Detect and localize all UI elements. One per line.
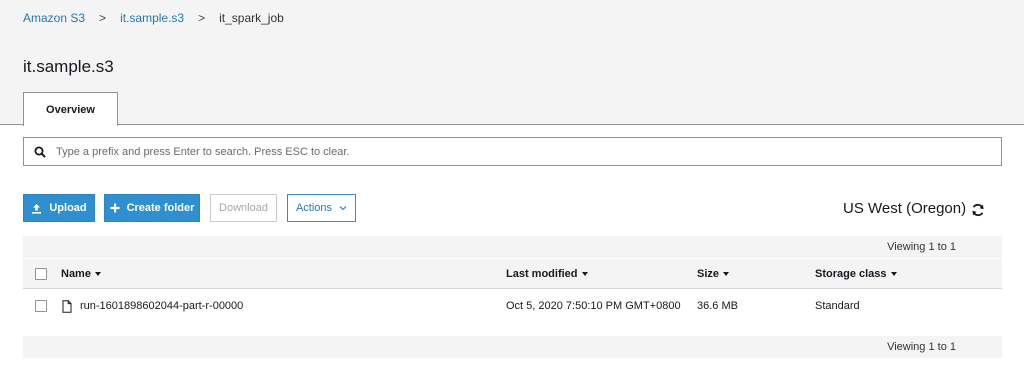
- file-icon: [62, 299, 72, 313]
- size-cell: 36.6 MB: [697, 300, 738, 312]
- pagination-top: Viewing 1 to 1: [23, 236, 1002, 258]
- page-title: it.sample.s3: [23, 57, 114, 76]
- upload-button[interactable]: Upload: [23, 194, 95, 222]
- file-name-cell[interactable]: run-1601898602044-part-r-00000: [62, 290, 243, 322]
- tab-overview-label: Overview: [46, 103, 95, 116]
- column-header-storage-class[interactable]: Storage class: [815, 259, 897, 288]
- breadcrumb: Amazon S3 > it.sample.s3 > it_spark_job: [23, 11, 284, 25]
- search-bar[interactable]: [23, 137, 1002, 166]
- breadcrumb-current: it_spark_job: [219, 11, 284, 25]
- pagination-bottom-label: Viewing 1 to 1: [887, 341, 956, 353]
- last-modified-cell: Oct 5, 2020 7:50:10 PM GMT+0800: [506, 300, 681, 312]
- download-label: Download: [219, 202, 268, 214]
- sort-down-icon: [890, 271, 897, 276]
- tab-overview[interactable]: Overview: [23, 92, 118, 126]
- row-checkbox[interactable]: [35, 300, 47, 312]
- breadcrumb-amazon-s3[interactable]: Amazon S3: [23, 11, 85, 25]
- pagination-top-label: Viewing 1 to 1: [887, 241, 956, 253]
- pagination-bottom: Viewing 1 to 1: [23, 336, 1002, 358]
- breadcrumb-separator: >: [99, 11, 107, 25]
- table-header: Name Last modified Size Storage class: [23, 259, 1002, 289]
- download-button[interactable]: Download: [210, 194, 277, 222]
- refresh-icon[interactable]: [970, 202, 986, 218]
- column-header-size[interactable]: Size: [697, 259, 730, 288]
- file-name[interactable]: run-1601898602044-part-r-00000: [80, 300, 243, 312]
- upload-icon: [31, 203, 42, 214]
- upload-label: Upload: [49, 202, 87, 214]
- column-header-last-modified[interactable]: Last modified: [506, 259, 588, 288]
- chevron-down-icon: [339, 205, 347, 211]
- table-row[interactable]: run-1601898602044-part-r-00000 Oct 5, 20…: [23, 290, 1002, 322]
- column-header-name[interactable]: Name: [61, 259, 101, 288]
- breadcrumb-bucket[interactable]: it.sample.s3: [120, 11, 184, 25]
- create-folder-label: Create folder: [126, 202, 195, 214]
- sort-down-icon: [94, 271, 101, 276]
- sort-down-icon: [581, 271, 588, 276]
- create-folder-button[interactable]: Create folder: [104, 194, 200, 222]
- breadcrumb-separator: >: [198, 11, 206, 25]
- actions-label: Actions: [295, 202, 333, 214]
- region-label: US West (Oregon): [843, 200, 967, 217]
- storage-class-cell: Standard: [815, 300, 860, 312]
- select-all-checkbox[interactable]: [35, 268, 47, 280]
- search-input[interactable]: [56, 145, 1001, 158]
- plus-icon: [110, 203, 120, 213]
- search-icon: [24, 146, 56, 158]
- sort-down-icon: [723, 271, 730, 276]
- actions-dropdown[interactable]: Actions: [287, 194, 356, 222]
